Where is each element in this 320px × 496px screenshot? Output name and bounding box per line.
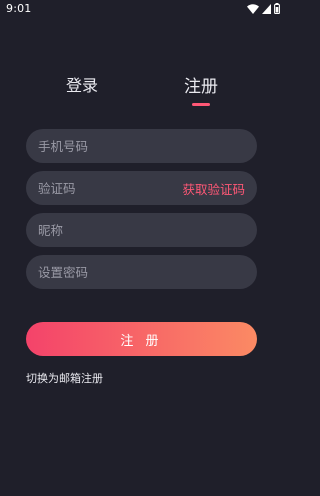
battery-icon: [274, 0, 280, 18]
status-bar: 9:01: [0, 0, 286, 16]
nickname-input[interactable]: [38, 213, 245, 247]
tab-login[interactable]: 登录: [66, 72, 98, 96]
active-tab-indicator: [192, 103, 210, 106]
signal-icon: [262, 0, 271, 18]
nickname-field[interactable]: [26, 213, 257, 247]
auth-tabs: 登录 注册: [0, 72, 286, 112]
phone-input[interactable]: [38, 129, 245, 163]
status-icons: [247, 0, 280, 18]
get-code-button[interactable]: 获取验证码: [182, 179, 245, 198]
phone-field[interactable]: [26, 129, 257, 163]
verification-code-field[interactable]: 获取验证码: [26, 171, 257, 205]
verification-code-input[interactable]: [38, 171, 183, 205]
password-field[interactable]: [26, 255, 257, 289]
status-time: 9:01: [6, 1, 32, 15]
password-input[interactable]: [38, 255, 245, 289]
tab-register[interactable]: 注册: [184, 72, 218, 97]
register-button[interactable]: 注 册: [26, 322, 257, 356]
switch-to-email-register-link[interactable]: 切换为邮箱注册: [26, 370, 103, 386]
wifi-icon: [247, 0, 259, 18]
